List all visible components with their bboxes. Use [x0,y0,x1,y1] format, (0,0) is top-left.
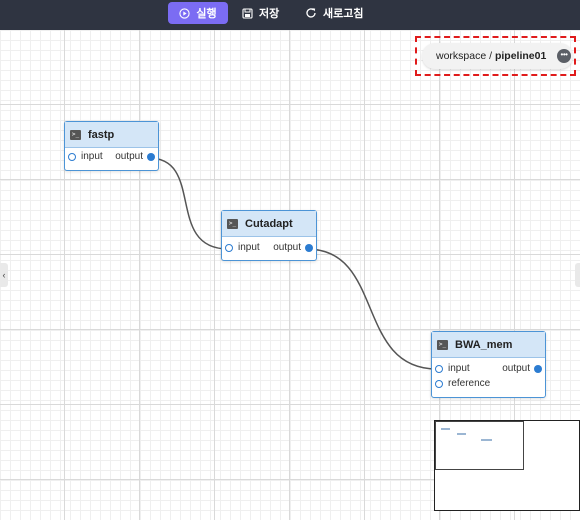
more-horizontal-icon[interactable]: ••• [557,49,571,63]
node-header[interactable]: >_ BWA_mem [432,332,545,358]
minimap-node [457,433,466,435]
breadcrumb-path: workspace / pipeline01 [436,50,546,62]
port-circle-icon[interactable] [225,243,233,252]
minimap-node [481,439,492,441]
breadcrumb: workspace / pipeline01 ••• [422,43,573,69]
edge-fastp-cutadapt [148,157,229,250]
port-label: output [502,363,530,374]
terminal-icon: >_ [70,129,81,140]
output-port[interactable]: output [273,242,313,253]
reference-port[interactable]: reference [435,378,490,389]
input-port[interactable]: input [68,151,103,162]
node-fastp[interactable]: >_ fastp input output [64,121,159,171]
port-circle-icon[interactable] [68,152,76,161]
minimap-node [441,428,450,430]
node-cutadapt[interactable]: >_ Cutadapt input output [221,210,317,261]
input-port[interactable]: input [435,363,470,374]
breadcrumb-workspace[interactable]: workspace / [436,50,495,62]
output-port[interactable]: output [502,363,542,374]
right-panel-handle[interactable] [575,263,580,287]
node-bwa-mem[interactable]: >_ BWA_mem input output reference [431,331,546,398]
port-label: input [238,242,260,253]
port-circle-icon[interactable] [435,364,443,373]
highlight-box: workspace / pipeline01 ••• [415,36,576,76]
chevron-left-icon[interactable]: ‹ [0,263,8,287]
port-label: input [81,151,103,162]
node-header[interactable]: >_ fastp [65,122,158,148]
port-dot-icon[interactable] [305,243,313,252]
node-title: BWA_mem [455,338,513,351]
minimap[interactable] [434,420,580,511]
edge-cutadapt-bwa [306,248,438,370]
node-header[interactable]: >_ Cutadapt [222,211,316,237]
port-label: input [448,363,470,374]
port-dot-icon[interactable] [534,364,542,373]
port-label: output [115,151,143,162]
output-port[interactable]: output [115,151,155,162]
port-dot-icon[interactable] [147,152,155,161]
node-title: fastp [88,128,115,141]
port-circle-icon[interactable] [435,379,443,388]
breadcrumb-pipeline[interactable]: pipeline01 [495,50,546,62]
port-label: output [273,242,301,253]
terminal-icon: >_ [227,218,238,229]
port-label: reference [448,378,491,389]
input-port[interactable]: input [225,242,260,253]
node-title: Cutadapt [245,217,293,230]
terminal-icon: >_ [437,339,448,350]
